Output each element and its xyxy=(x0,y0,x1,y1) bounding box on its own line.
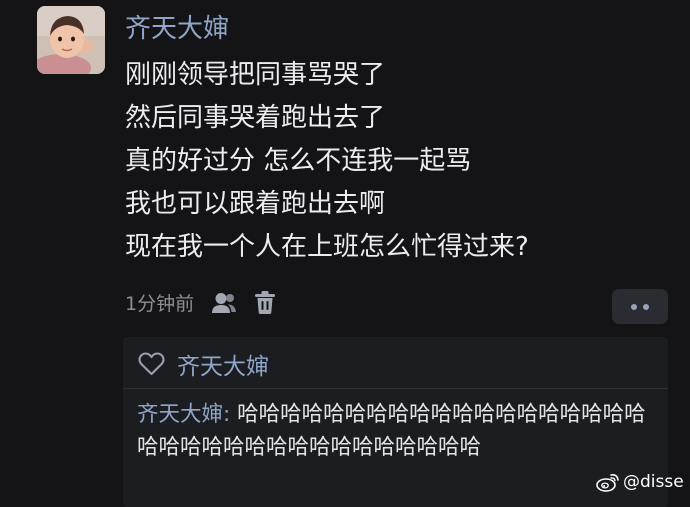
watermark: @disse xyxy=(596,472,684,492)
post-meta: 1分钟前 xyxy=(125,289,276,316)
likes-row: 齐天大婶 xyxy=(138,347,269,381)
post-timestamp: 1分钟前 xyxy=(125,293,195,315)
trash-icon[interactable] xyxy=(255,291,276,314)
post-author-name[interactable]: 齐天大婶 xyxy=(125,8,229,45)
post-line: 刚刚领导把同事骂哭了 xyxy=(125,60,386,90)
post-body: 刚刚领导把同事骂哭了 然后同事哭着跑出去了 真的好过分 怎么不连我一起骂 我也可… xyxy=(125,54,529,269)
post-line: 然后同事哭着跑出去了 xyxy=(125,103,386,133)
heart-outline-icon[interactable] xyxy=(138,352,165,376)
weibo-logo-icon xyxy=(596,472,620,492)
reply-author[interactable]: 齐天大婶 xyxy=(137,402,223,427)
user-icon[interactable] xyxy=(211,292,237,314)
divider xyxy=(123,388,668,389)
more-dots-icon xyxy=(643,303,649,310)
reply-panel: 齐天大婶 齐天大婶: 哈哈哈哈哈哈哈哈哈哈哈哈哈哈哈哈哈哈哈哈哈哈哈哈哈哈哈哈哈… xyxy=(123,337,668,507)
more-options-button[interactable] xyxy=(612,289,668,324)
reply-comment: 齐天大婶: 哈哈哈哈哈哈哈哈哈哈哈哈哈哈哈哈哈哈哈哈哈哈哈哈哈哈哈哈哈哈哈哈哈哈… xyxy=(137,398,662,464)
author-avatar[interactable] xyxy=(37,6,105,74)
post-line: 现在我一个人在上班怎么忙得过来? xyxy=(125,232,529,262)
watermark-text: @disse xyxy=(623,472,684,492)
post-line: 真的好过分 怎么不连我一起骂 xyxy=(125,146,472,176)
post-line: 我也可以跟着跑出去啊 xyxy=(125,189,386,219)
more-dots-icon xyxy=(631,303,637,310)
reply-separator: : xyxy=(223,402,238,427)
liker-name[interactable]: 齐天大婶 xyxy=(177,347,269,381)
